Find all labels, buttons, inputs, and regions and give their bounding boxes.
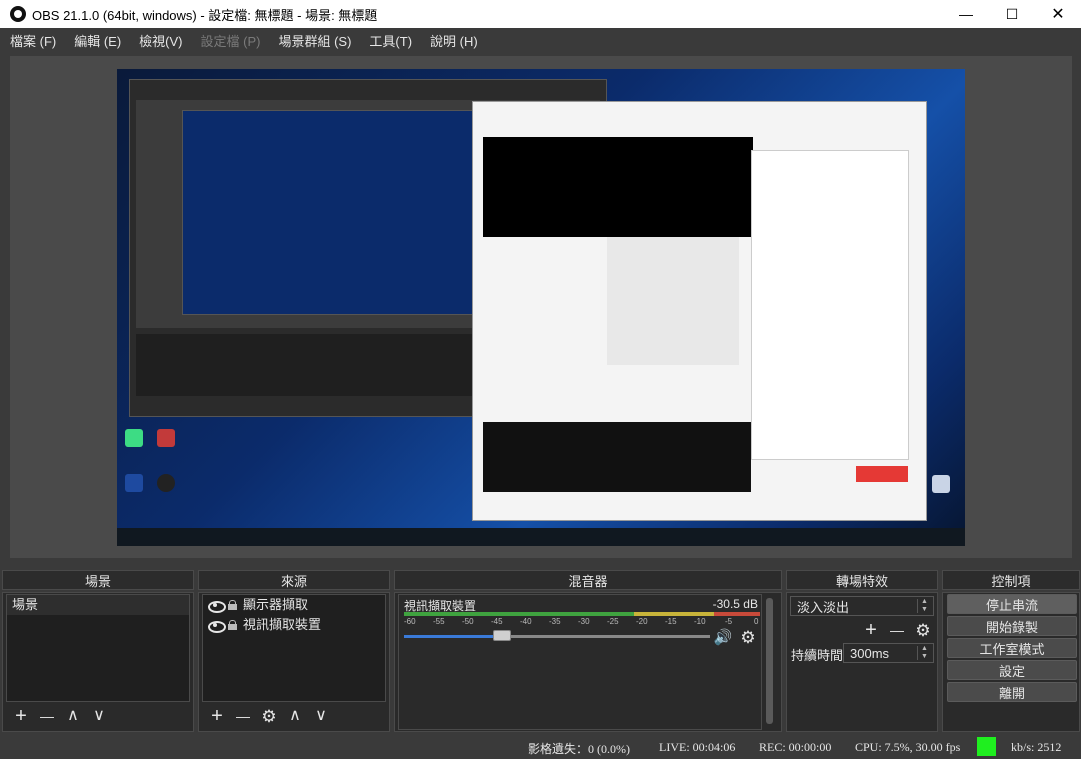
transition-select-value: 淡入淡出 <box>797 599 850 615</box>
volume-slider-fill <box>404 635 502 638</box>
mixer-scrollbar-thumb[interactable] <box>766 598 773 724</box>
close-button[interactable]: ✕ <box>1035 0 1081 28</box>
studio-mode-button[interactable]: 工作室模式 <box>947 638 1077 658</box>
meter-green-segment <box>404 612 634 616</box>
meter-tick: -40 <box>520 617 532 626</box>
maximize-button[interactable]: ☐ <box>989 0 1035 28</box>
minimize-button[interactable]: — <box>943 0 989 28</box>
move-source-down-button[interactable]: ∨ <box>308 704 334 728</box>
meter-tick-labels: -60 -55 -50 -45 -40 -35 -30 -25 -20 -15 … <box>400 617 760 627</box>
move-source-up-button[interactable]: ∧ <box>282 704 308 728</box>
volume-slider-handle[interactable] <box>493 630 511 641</box>
menu-edit[interactable]: 編輯 (E) <box>64 31 129 50</box>
lock-icon[interactable] <box>228 600 237 610</box>
gamemaker-icon <box>157 429 175 447</box>
meter-tick: -35 <box>549 617 561 626</box>
obs-desktop-icon <box>157 474 175 492</box>
transitions-dock-header: 轉場特效 <box>786 570 938 590</box>
mixer-db-readout: -30.5 dB <box>712 597 758 611</box>
add-source-button[interactable]: + <box>204 704 230 728</box>
meter-tick: -30 <box>578 617 590 626</box>
sources-list[interactable]: 顯示器擷取 視訊擷取裝置 <box>202 594 386 702</box>
controls-dock-header: 控制項 <box>942 570 1080 590</box>
remove-source-button[interactable]: — <box>230 704 256 728</box>
visibility-eye-icon[interactable] <box>208 620 226 633</box>
settings-button[interactable]: 設定 <box>947 660 1077 680</box>
title-bar: OBS 21.1.0 (64bit, windows) - 設定檔: 無標題 -… <box>0 0 1081 28</box>
source-label: 視訊擷取裝置 <box>243 617 322 632</box>
source-properties-gear-icon[interactable]: ⚙ <box>256 704 282 728</box>
source-item-display-capture[interactable]: 顯示器擷取 <box>203 595 385 615</box>
mixer-gear-icon[interactable]: ⚙ <box>735 625 761 649</box>
start-recording-button[interactable]: 開始錄製 <box>947 616 1077 636</box>
devcpp-icon <box>125 474 143 492</box>
nested-browser-dark <box>483 422 751 492</box>
menu-scene-collection[interactable]: 場景群組 (S) <box>268 31 359 50</box>
sources-dock-header: 來源 <box>198 570 390 590</box>
mixer-dock-header: 混音器 <box>394 570 782 590</box>
stream-health-indicator <box>977 737 996 756</box>
meter-tick: -55 <box>433 617 445 626</box>
preview-canvas[interactable] <box>117 69 965 546</box>
menu-profile[interactable]: 設定檔 (P) <box>191 31 269 50</box>
duration-label: 持續時間 <box>791 648 844 663</box>
dropped-frames-status: 影格遺失：0 (0.0%) <box>528 742 630 756</box>
meter-tick: -25 <box>607 617 619 626</box>
obs-logo-icon <box>10 6 26 22</box>
remove-transition-button[interactable]: — <box>884 618 910 642</box>
select-arrows-icon: ▲ ▼ <box>917 598 931 613</box>
transition-select[interactable]: 淡入淡出 ▲ ▼ <box>790 596 934 616</box>
mute-speaker-icon[interactable]: 🔊 <box>710 625 736 649</box>
source-label: 顯示器擷取 <box>243 597 309 612</box>
source-item-video-capture[interactable]: 視訊擷取裝置 <box>203 615 385 635</box>
nested-taskbar <box>117 528 965 546</box>
menu-bar: 檔案 (F) 編輯 (E) 檢視(V) 設定檔 (P) 場景群組 (S) 工具(… <box>0 28 1081 52</box>
lock-icon[interactable] <box>228 620 237 630</box>
visibility-eye-icon[interactable] <box>208 600 226 613</box>
nested-window-small <box>607 237 739 365</box>
duration-value: 300ms <box>850 645 890 661</box>
bitrate-status: kb/s: 2512 <box>1011 740 1062 754</box>
move-scene-up-button[interactable]: ∧ <box>60 704 86 728</box>
menu-tools[interactable]: 工具(T) <box>359 31 420 50</box>
meter-yellow-segment <box>634 612 714 616</box>
meter-tick: -10 <box>694 617 706 626</box>
meter-tick: -15 <box>665 617 677 626</box>
duration-spinbox[interactable]: 300ms ▲ ▼ <box>843 643 934 663</box>
add-scene-button[interactable]: + <box>8 704 34 728</box>
scene-item[interactable]: 場景 <box>7 595 189 615</box>
preview-area[interactable] <box>10 56 1072 558</box>
menu-view[interactable]: 檢視(V) <box>129 31 190 50</box>
transition-gear-icon[interactable]: ⚙ <box>910 618 936 642</box>
cpu-status: CPU: 7.5%, 30.00 fps <box>855 740 961 754</box>
transitions-toolbar: + — ⚙ <box>858 618 936 642</box>
nested-browser-black <box>483 137 753 237</box>
stop-streaming-button[interactable]: 停止串流 <box>947 594 1077 614</box>
scenes-toolbar: + — ∧ ∨ <box>8 704 112 728</box>
meter-tick: -20 <box>636 617 648 626</box>
nested-red-button <box>856 466 908 482</box>
live-status: LIVE: 00:04:06 <box>659 740 736 754</box>
sources-toolbar: + — ⚙ ∧ ∨ <box>204 704 334 728</box>
meter-tick: -50 <box>462 617 474 626</box>
status-bar: 影格遺失：0 (0.0%) LIVE: 00:04:06 REC: 00:00:… <box>0 734 1081 759</box>
android-studio-icon <box>125 429 143 447</box>
meter-tick: -45 <box>491 617 503 626</box>
spin-arrows-icon: ▲ ▼ <box>917 645 931 660</box>
meter-tick: -60 <box>404 617 416 626</box>
move-scene-down-button[interactable]: ∨ <box>86 704 112 728</box>
menu-file[interactable]: 檔案 (F) <box>0 31 64 50</box>
meter-red-segment <box>714 612 760 616</box>
nested-fb-panel <box>751 150 909 460</box>
menu-help[interactable]: 說明 (H) <box>420 31 486 50</box>
scenes-list[interactable]: 場景 <box>6 594 190 702</box>
exit-button[interactable]: 離開 <box>947 682 1077 702</box>
recycle-bin-icon <box>932 475 950 493</box>
window-title: OBS 21.1.0 (64bit, windows) - 設定檔: 無標題 -… <box>32 7 378 23</box>
remove-scene-button[interactable]: — <box>34 704 60 728</box>
add-transition-button[interactable]: + <box>858 618 884 642</box>
rec-status: REC: 00:00:00 <box>759 740 832 754</box>
scenes-dock-header: 場景 <box>2 570 194 590</box>
